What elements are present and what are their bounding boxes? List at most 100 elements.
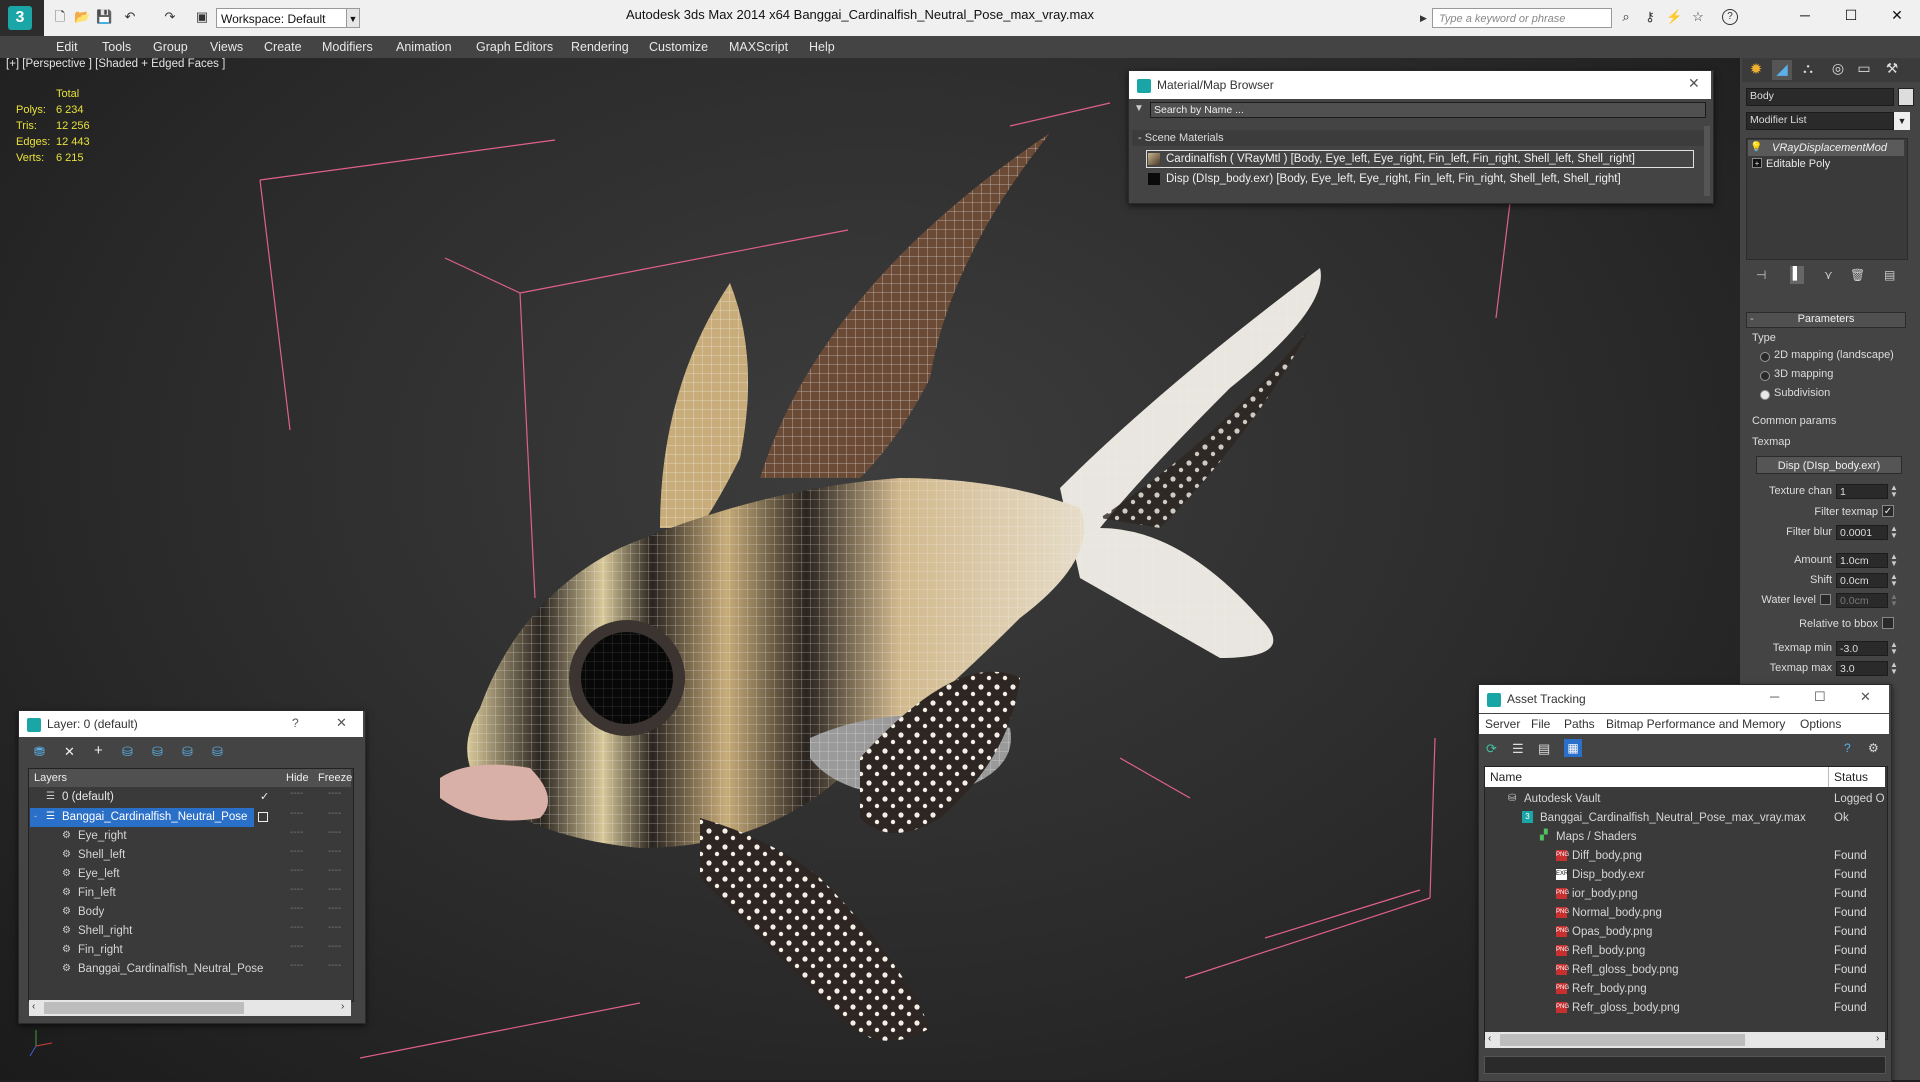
layer-manager-titlebar[interactable]: Layer: 0 (default) [19,711,363,737]
menu-help[interactable]: Help [809,36,835,58]
amount-field[interactable]: 1.0cm [1836,553,1888,568]
motion-tab-icon[interactable]: ◎ [1828,60,1848,80]
asset-tracking-titlebar[interactable]: Asset Tracking [1479,685,1889,713]
close-button[interactable]: ✕ [336,715,347,731]
water-level-field[interactable]: 0.0cm [1836,593,1888,608]
freeze-toggle[interactable]: ---- [328,960,341,971]
play-icon[interactable]: ▶ [1420,10,1428,26]
freeze-toggle[interactable]: ---- [328,808,341,819]
chevron-down-icon[interactable]: ▼ [1894,112,1910,130]
freeze-toggle[interactable]: ---- [328,788,341,799]
asset-row-name[interactable]: ior_body.png [1572,885,1638,904]
spinner-icon[interactable]: ▲ ▼ [1890,593,1898,608]
hide-toggle[interactable]: ---- [290,788,303,799]
radio-3d-mapping[interactable] [1760,371,1770,381]
freeze-toggle[interactable]: ---- [328,922,341,933]
column-header-name[interactable]: Name [1490,770,1522,784]
list-view-icon[interactable]: ☰ [1512,741,1524,757]
hide-toggle[interactable]: ---- [290,941,303,952]
material-browser-titlebar[interactable]: Material/Map Browser [1129,71,1711,99]
hide-toggle[interactable]: ---- [290,808,303,819]
layer-row-label[interactable]: Eye_left [78,865,120,884]
column-header-hide[interactable]: Hide [286,772,309,784]
layer-row-label[interactable]: Banggai_Cardinalfish_Neutral_Pose [62,808,247,827]
asset-row-name[interactable]: Banggai_Cardinalfish_Neutral_Pose_max_vr… [1540,809,1806,828]
shift-field[interactable]: 0.0cm [1836,573,1888,588]
menu-modifiers[interactable]: Modifiers [322,36,373,58]
asset-row-name[interactable]: Autodesk Vault [1524,790,1601,809]
stack-item-label[interactable]: Editable Poly [1766,156,1830,172]
menu-maxscript[interactable]: MAXScript [729,36,788,58]
menu-graph-editors[interactable]: Graph Editors [476,36,553,58]
scrollbar[interactable] [1704,126,1710,196]
layer-row-label[interactable]: Fin_right [78,941,123,960]
scene-materials-header[interactable]: - Scene Materials [1132,130,1704,146]
asset-row-name[interactable]: Disp_body.exr [1572,866,1645,885]
minimize-button[interactable]: ─ [1782,0,1828,30]
spinner-icon[interactable]: ▲ ▼ [1890,641,1898,656]
radio-subdivision[interactable] [1760,390,1770,400]
layer-row-label[interactable]: 0 (default) [62,788,114,807]
key-icon[interactable]: ⚷ [1642,9,1658,25]
texmap-button[interactable]: Disp (DIsp_body.exr) [1756,456,1902,474]
chevron-down-icon[interactable]: ▼ [346,8,360,28]
asset-row-name[interactable]: Maps / Shaders [1556,828,1637,847]
column-header-freeze[interactable]: Freeze [318,772,352,784]
highlight-layer-icon[interactable]: ⛁ [152,744,163,760]
freeze-toggle[interactable]: ---- [328,827,341,838]
app-logo[interactable]: 3 [0,0,44,36]
table-view-icon[interactable]: ▦ [1564,739,1582,757]
column-header-layers[interactable]: Layers [34,772,67,784]
scrollbar-thumb[interactable] [44,1002,244,1014]
add-to-layer-icon[interactable]: + [94,742,103,759]
hide-toggle[interactable]: ---- [290,865,303,876]
menu-options[interactable]: Options [1800,717,1841,731]
layer-row-label[interactable]: Shell_right [78,922,132,941]
minimize-button[interactable]: ─ [1770,689,1779,704]
menu-views[interactable]: Views [210,36,243,58]
scroll-left-icon[interactable]: ‹ [32,1001,35,1012]
undo-icon[interactable]: ↶ [122,9,138,25]
hide-all-layers-icon[interactable]: ⛁ [182,744,193,760]
freeze-toggle[interactable]: ---- [328,884,341,895]
help-icon[interactable]: ? [1722,9,1738,25]
layer-row-label[interactable]: Eye_right [78,827,127,846]
menu-group[interactable]: Group [153,36,188,58]
workspace-dropdown[interactable]: Workspace: Default [216,8,354,28]
menu-tools[interactable]: Tools [102,36,131,58]
menu-create[interactable]: Create [264,36,302,58]
hide-toggle[interactable]: ---- [290,846,303,857]
scroll-right-icon[interactable]: › [341,1001,344,1012]
menu-paths[interactable]: Paths [1564,717,1595,731]
create-tab-icon[interactable]: ✹ [1746,60,1766,80]
menu-bitmap-performance[interactable]: Bitmap Performance and Memory [1606,717,1785,731]
utilities-tab-icon[interactable]: ⚒ [1882,60,1902,80]
water-level-checkbox[interactable] [1820,594,1831,605]
filter-menu-icon[interactable]: ▼ [1134,103,1146,117]
star-icon[interactable]: ☆ [1690,9,1706,25]
layer-row-label[interactable]: Body [78,903,104,922]
menu-edit[interactable]: Edit [56,36,78,58]
create-layer-icon[interactable]: ⛃ [34,744,45,760]
texmap-min-field[interactable]: -3.0 [1836,641,1888,656]
open-file-icon[interactable]: 📂 [74,9,90,25]
spinner-icon[interactable]: ▲ ▼ [1890,525,1898,540]
modify-tab-icon[interactable]: ◢ [1772,60,1792,80]
collapse-minus-icon[interactable]: - [34,811,37,821]
close-button[interactable]: ✕ [1874,0,1920,30]
search-input[interactable]: Type a keyword or phrase [1432,8,1612,28]
remove-modifier-icon[interactable]: 🗑 [1850,268,1865,282]
stack-item-label[interactable]: VRayDisplacementMod [1772,140,1887,156]
viewport-label[interactable]: [+] [Perspective ] [Shaded + Edged Faces… [6,58,225,70]
layer-row-label[interactable]: Banggai_Cardinalfish_Neutral_Pose [78,960,263,979]
scroll-left-icon[interactable]: ‹ [1488,1033,1491,1044]
project-folder-icon[interactable]: ▣ [194,9,210,25]
menu-rendering[interactable]: Rendering [571,36,629,58]
hide-toggle[interactable]: ---- [290,922,303,933]
radio-2d-mapping[interactable] [1760,352,1770,362]
hide-toggle[interactable]: ---- [290,903,303,914]
object-name-field[interactable]: Body [1746,88,1894,106]
select-objects-icon[interactable]: ⛁ [122,744,133,760]
show-end-result-icon[interactable]: ▌ [1790,266,1804,284]
relative-bbox-checkbox[interactable] [1882,617,1894,629]
